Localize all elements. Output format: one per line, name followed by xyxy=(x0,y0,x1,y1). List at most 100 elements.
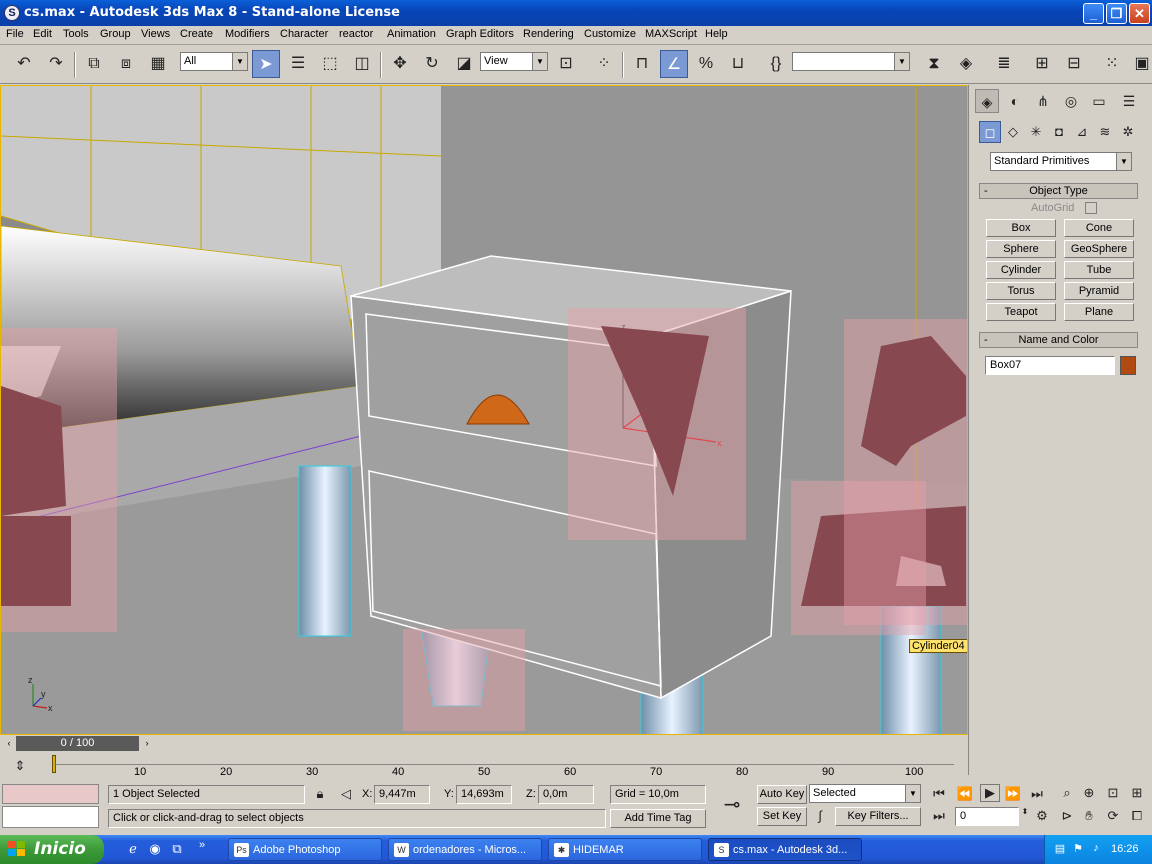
z-coordinate-field[interactable]: 0,0m xyxy=(538,785,594,804)
redo-icon[interactable]: ↷ xyxy=(42,50,70,78)
3ds-max-icon[interactable]: S xyxy=(4,5,20,21)
menu-group[interactable]: Group xyxy=(100,28,131,40)
menu-modifiers[interactable]: Modifiers xyxy=(225,28,270,40)
time-configuration-icon[interactable]: ⚙ xyxy=(1034,808,1050,824)
cone-button[interactable]: Cone xyxy=(1064,219,1134,237)
modify-tab-icon[interactable]: ◐ xyxy=(1003,89,1027,113)
object-type-rollout[interactable]: - Object Type xyxy=(979,183,1138,199)
maximize-button[interactable]: ❐ xyxy=(1106,3,1127,24)
systems-icon[interactable]: ✲ xyxy=(1117,121,1139,143)
tube-button[interactable]: Tube xyxy=(1064,261,1134,279)
select-and-move-icon[interactable]: ✥ xyxy=(386,50,414,78)
key-filters-button[interactable]: Key Filters... xyxy=(835,807,921,826)
network-icon[interactable]: ▤ xyxy=(1053,842,1067,855)
menu-reactor[interactable]: reactor xyxy=(339,28,373,40)
select-manipulate-icon[interactable]: ⁘ xyxy=(590,50,618,78)
align-icon[interactable]: ◈ xyxy=(952,50,980,78)
time-slider-thumb[interactable]: 0 / 100 xyxy=(16,736,139,751)
task-word[interactable]: W ordenadores - Micros... xyxy=(388,838,542,861)
undo-icon[interactable]: ↶ xyxy=(10,50,38,78)
box-button[interactable]: Box xyxy=(986,219,1056,237)
task-3ds-max[interactable]: S cs.max - Autodesk 3d... xyxy=(708,838,862,861)
chevron-left-icon[interactable]: ‹ xyxy=(2,736,16,751)
menu-rendering[interactable]: Rendering xyxy=(523,28,574,40)
window-crossing-icon[interactable]: ◫ xyxy=(348,50,376,78)
previous-frame-icon[interactable]: ⏪ xyxy=(956,786,974,802)
menu-edit[interactable]: Edit xyxy=(33,28,52,40)
object-color-swatch[interactable] xyxy=(1120,356,1136,375)
chevron-right-icon[interactable]: » xyxy=(196,839,208,851)
motion-tab-icon[interactable]: ◎ xyxy=(1059,89,1083,113)
x-coordinate-field[interactable]: 9,447m xyxy=(374,785,430,804)
menu-views[interactable]: Views xyxy=(141,28,170,40)
field-of-view-icon[interactable]: ⊳ xyxy=(1058,808,1076,824)
curve-editor-icon[interactable]: ⊞ xyxy=(1028,50,1056,78)
menu-file[interactable]: File xyxy=(6,28,24,40)
hierarchy-tab-icon[interactable]: ⋔ xyxy=(1031,89,1055,113)
spinner-icon[interactable]: ⬍ xyxy=(1020,807,1030,816)
render-scene-icon[interactable]: ▣ xyxy=(1128,50,1152,78)
selection-filter-dropdown[interactable]: All ▼ xyxy=(180,52,248,71)
shapes-icon[interactable]: ◇ xyxy=(1002,121,1024,143)
task-photoshop[interactable]: Ps Adobe Photoshop xyxy=(228,838,382,861)
select-object-icon[interactable]: ➤ xyxy=(252,50,280,78)
menu-tools[interactable]: Tools xyxy=(63,28,89,40)
pivot-center-icon[interactable]: ⊡ xyxy=(552,50,580,78)
next-frame-icon[interactable]: ⏩ xyxy=(1004,786,1022,802)
geosphere-button[interactable]: GeoSphere xyxy=(1064,240,1134,258)
geometry-icon[interactable]: ◻ xyxy=(979,121,1001,143)
menu-graph-editors[interactable]: Graph Editors xyxy=(446,28,514,40)
menu-character[interactable]: Character xyxy=(280,28,328,40)
sphere-button[interactable]: Sphere xyxy=(986,240,1056,258)
arc-rotate-icon[interactable]: ⟳ xyxy=(1104,808,1122,824)
menu-animation[interactable]: Animation xyxy=(387,28,436,40)
create-tab-icon[interactable]: ◈ xyxy=(975,89,999,113)
close-button[interactable]: ✕ xyxy=(1129,3,1150,24)
menu-create[interactable]: Create xyxy=(180,28,213,40)
edit-named-selection-icon[interactable]: {} xyxy=(762,50,790,78)
maximize-viewport-icon[interactable]: ⧠ xyxy=(1128,808,1146,824)
select-and-rotate-icon[interactable]: ↻ xyxy=(418,50,446,78)
menu-customize[interactable]: Customize xyxy=(584,28,636,40)
torus-button[interactable]: Torus xyxy=(986,282,1056,300)
chevron-right-icon[interactable]: › xyxy=(140,736,154,751)
track-bar[interactable]: ⇕ 10 20 30 40 50 60 70 80 90 100 xyxy=(0,752,968,782)
pyramid-button[interactable]: Pyramid xyxy=(1064,282,1134,300)
internet-explorer-icon[interactable]: ℯ xyxy=(124,841,142,857)
zoom-all-icon[interactable]: ⊕ xyxy=(1080,785,1098,801)
key-icon[interactable]: ⊸ xyxy=(714,792,750,817)
select-and-scale-icon[interactable]: ◪ xyxy=(450,50,478,78)
utilities-tab-icon[interactable]: ☰ xyxy=(1117,89,1141,113)
add-time-tag-button[interactable]: Add Time Tag xyxy=(610,809,706,828)
object-name-field[interactable]: Box07 xyxy=(985,356,1115,375)
select-and-link-icon[interactable]: ⧉ xyxy=(80,50,108,78)
mini-curve-editor-icon[interactable]: ⇕ xyxy=(10,758,30,774)
key-mode-dropdown[interactable]: Selected ▼ xyxy=(809,784,921,803)
zoom-icon[interactable]: ⌕ xyxy=(1058,785,1076,801)
current-frame-field[interactable]: 0 xyxy=(955,807,1019,826)
pan-icon[interactable]: ✋︎ xyxy=(1080,808,1098,824)
time-slider[interactable]: ‹ 0 / 100 › xyxy=(0,735,968,752)
key-mode-toggle-icon[interactable]: ⏭ xyxy=(930,808,948,824)
absolute-mode-icon[interactable]: ◁ xyxy=(338,786,354,802)
mirror-icon[interactable]: ⧗ xyxy=(920,50,948,78)
space-warps-icon[interactable]: ≋ xyxy=(1094,121,1116,143)
spinner-snap-icon[interactable]: ⊔ xyxy=(724,50,752,78)
clock[interactable]: 16:26 xyxy=(1111,843,1139,855)
cylinder-button[interactable]: Cylinder xyxy=(986,261,1056,279)
angle-snap-icon[interactable]: ∠ xyxy=(660,50,688,78)
antivirus-icon[interactable]: ⚑ xyxy=(1071,842,1085,855)
lock-icon[interactable]: 🔒︎ xyxy=(312,786,328,802)
maxscript-listener-bottom[interactable] xyxy=(2,806,99,828)
minimize-button[interactable]: _ xyxy=(1083,3,1104,24)
auto-key-button[interactable]: Auto Key xyxy=(757,785,807,804)
perspective-viewport[interactable]: x z z y x Cylinder04 xyxy=(0,85,968,735)
default-in-out-tangent-icon[interactable]: ∫ xyxy=(811,808,829,823)
menu-maxscript[interactable]: MAXScript xyxy=(645,28,697,40)
browser-icon[interactable]: ◉ xyxy=(146,841,164,857)
category-dropdown[interactable]: Standard Primitives ▼ xyxy=(990,152,1132,171)
quick-launch-icon[interactable]: ⧉ xyxy=(168,841,186,857)
display-tab-icon[interactable]: ▭ xyxy=(1087,89,1111,113)
maxscript-listener-top[interactable] xyxy=(2,784,99,804)
volume-icon[interactable]: ♪ xyxy=(1089,842,1103,854)
